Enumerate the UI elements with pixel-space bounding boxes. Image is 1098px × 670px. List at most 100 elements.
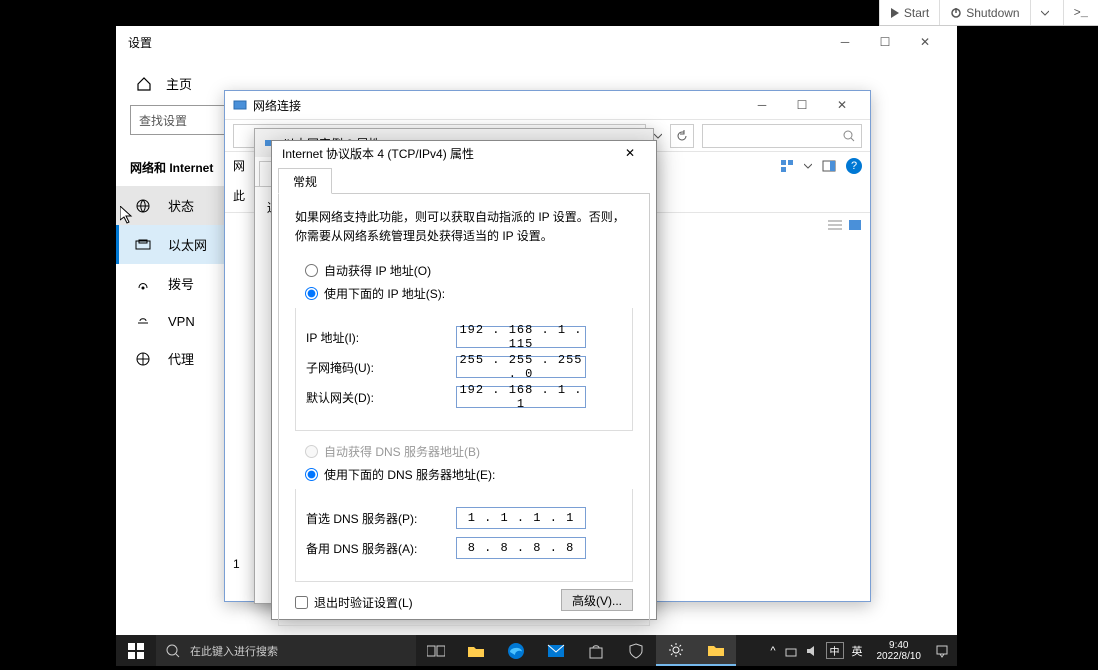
network-tray-icon[interactable]	[784, 644, 798, 658]
vm-start-label: Start	[904, 6, 929, 20]
ip-address-input[interactable]: 192 . 168 . 1 . 115	[456, 326, 586, 348]
vm-shutdown-button[interactable]: Shutdown	[939, 0, 1029, 25]
settings-maximize-button[interactable]: ☐	[865, 26, 905, 58]
notifications-tray-icon[interactable]	[935, 644, 949, 658]
netconn-content-text: 此	[233, 189, 245, 203]
taskbar-apps	[416, 635, 736, 666]
settings-title: 设置	[128, 34, 825, 51]
taskbar-edge-button[interactable]	[496, 635, 536, 666]
shield-icon	[629, 643, 643, 659]
ipv4-close-button[interactable]: ✕	[614, 141, 646, 165]
taskbar: 在此键入进行搜索	[116, 635, 957, 666]
search-icon	[166, 644, 180, 658]
dns1-input[interactable]: 1 . 1 . 1 . 1	[456, 507, 586, 529]
tray-chevron-button[interactable]: ^	[770, 645, 775, 657]
store-icon	[588, 643, 604, 659]
home-icon	[136, 76, 152, 92]
taskbar-mail-button[interactable]	[536, 635, 576, 666]
dialup-icon	[134, 276, 152, 292]
gateway-label: 默认网关(D):	[306, 389, 456, 406]
netconn-close-button[interactable]: ✕	[822, 89, 862, 121]
sidebar-item-label: 状态	[168, 196, 194, 215]
subnet-mask-input[interactable]: 255 . 255 . 255 . 0	[456, 356, 586, 378]
auto-dns-label: 自动获得 DNS 服务器地址(B)	[324, 443, 480, 460]
ime-mode-button[interactable]: 英	[852, 643, 863, 659]
ipv4-manual-ip-radio[interactable]: 使用下面的 IP 地址(S):	[305, 285, 633, 302]
chevron-down-icon[interactable]	[804, 162, 812, 170]
taskbar-settings-button[interactable]	[656, 635, 696, 666]
sidebar-item-label: 拨号	[168, 274, 194, 293]
tray-date: 2022/8/10	[877, 651, 922, 662]
auto-ip-label: 自动获得 IP 地址(O)	[324, 262, 431, 279]
taskbar-explorer-button[interactable]	[456, 635, 496, 666]
desktop: 设置 ─ ☐ ✕ 主页 查找设置 网络和 Internet	[116, 26, 957, 666]
dns2-label: 备用 DNS 服务器(A):	[306, 540, 456, 557]
settings-titlebar: 设置 ─ ☐ ✕	[116, 26, 957, 58]
gear-icon	[668, 642, 684, 658]
advanced-button[interactable]: 高级(V)...	[561, 589, 633, 611]
sidebar-item-label: VPN	[168, 314, 195, 329]
details-view-icon[interactable]	[828, 219, 842, 231]
globe-icon	[134, 198, 152, 214]
manual-dns-radio-input[interactable]	[305, 468, 318, 481]
taskbar-netconn-button[interactable]	[696, 635, 736, 666]
netconn-refresh-button[interactable]	[670, 124, 694, 148]
settings-minimize-button[interactable]: ─	[825, 26, 865, 58]
vm-terminal-button[interactable]: >_	[1063, 0, 1098, 25]
validate-checkbox-input[interactable]	[295, 596, 308, 609]
folder-icon	[707, 643, 725, 657]
auto-ip-radio-input[interactable]	[305, 264, 318, 277]
gateway-input[interactable]: 192 . 168 . 1 . 1	[456, 386, 586, 408]
sidebar-item-label: 代理	[168, 349, 194, 368]
manual-ip-label: 使用下面的 IP 地址(S):	[324, 285, 445, 302]
folder-icon	[467, 644, 485, 658]
vm-toolbar: Start Shutdown >_	[879, 0, 1098, 26]
dns-field-group: 首选 DNS 服务器(P): 1 . 1 . 1 . 1 备用 DNS 服务器(…	[295, 489, 633, 582]
ip-field-group: IP 地址(I): 192 . 168 . 1 . 115 子网掩码(U): 2…	[295, 308, 633, 431]
netconn-status-text: 1	[233, 557, 240, 571]
subnet-mask-label: 子网掩码(U):	[306, 359, 456, 376]
netconn-icon	[233, 98, 247, 112]
netconn-titlebar: 网络连接 ─ ☐ ✕	[225, 91, 870, 119]
settings-close-button[interactable]: ✕	[905, 26, 945, 58]
ipv4-tab-general[interactable]: 常规	[278, 168, 332, 194]
large-icons-view-icon[interactable]	[848, 219, 862, 231]
ipv4-auto-ip-radio[interactable]: 自动获得 IP 地址(O)	[305, 262, 633, 279]
ime-language-button[interactable]: 中	[826, 642, 844, 659]
taskbar-search-placeholder: 在此键入进行搜索	[190, 643, 278, 659]
proxy-icon	[134, 351, 152, 367]
search-icon	[843, 130, 855, 142]
ethernet-icon	[134, 237, 152, 253]
taskbar-search-input[interactable]: 在此键入进行搜索	[156, 635, 416, 666]
refresh-icon	[676, 130, 688, 142]
dns2-input[interactable]: 8 . 8 . 8 . 8	[456, 537, 586, 559]
vm-shutdown-label: Shutdown	[966, 6, 1019, 20]
ipv4-properties-dialog: Internet 协议版本 4 (TCP/IPv4) 属性 ✕ 常规 如果网络支…	[271, 140, 657, 620]
ipv4-manual-dns-radio[interactable]: 使用下面的 DNS 服务器地址(E):	[305, 466, 633, 483]
ipv4-title: Internet 协议版本 4 (TCP/IPv4) 属性	[282, 145, 614, 162]
netconn-search-input[interactable]	[702, 124, 862, 148]
volume-tray-icon[interactable]	[806, 644, 818, 658]
vm-shutdown-dropdown[interactable]	[1030, 0, 1063, 25]
task-view-button[interactable]	[416, 635, 456, 666]
netconn-maximize-button[interactable]: ☐	[782, 89, 822, 121]
mail-icon	[547, 644, 565, 658]
chevron-down-icon[interactable]	[654, 132, 662, 140]
view-icon[interactable]	[780, 159, 794, 173]
vm-start-button[interactable]: Start	[879, 0, 939, 25]
tray-clock[interactable]: 9:40 2022/8/10	[871, 640, 928, 662]
ipv4-titlebar: Internet 协议版本 4 (TCP/IPv4) 属性 ✕	[272, 141, 656, 165]
taskbar-store-button[interactable]	[576, 635, 616, 666]
netconn-menu-item[interactable]: 网	[233, 157, 245, 174]
start-button[interactable]	[116, 635, 156, 666]
manual-ip-radio-input[interactable]	[305, 287, 318, 300]
task-view-icon	[427, 644, 445, 658]
dns1-label: 首选 DNS 服务器(P):	[306, 510, 456, 527]
preview-pane-icon[interactable]	[822, 159, 836, 173]
settings-search-placeholder: 查找设置	[139, 112, 187, 129]
taskbar-security-button[interactable]	[616, 635, 656, 666]
netconn-minimize-button[interactable]: ─	[742, 89, 782, 121]
help-button[interactable]: ?	[846, 158, 862, 174]
sidebar-item-label: 以太网	[168, 235, 207, 254]
ipv4-description: 如果网络支持此功能，则可以获取自动指派的 IP 设置。否则，你需要从网络系统管理…	[295, 208, 633, 246]
